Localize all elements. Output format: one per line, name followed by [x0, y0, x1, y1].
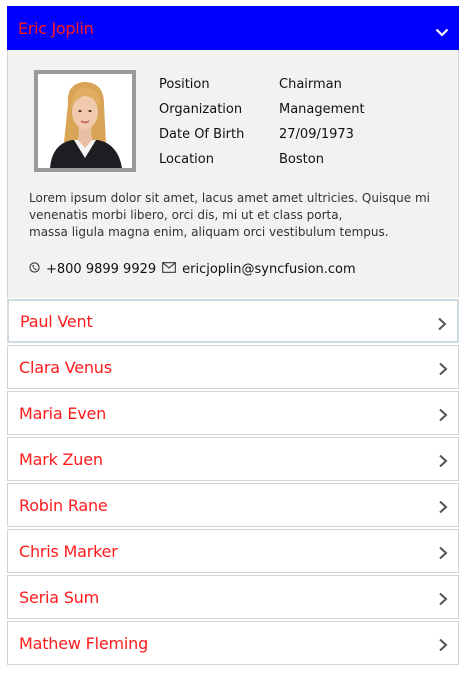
accordion-panel: Position Chairman Organization Managemen… [7, 50, 459, 298]
accordion-item-seria-sum[interactable]: Seria Sum [7, 575, 459, 619]
item-name: Clara Venus [19, 357, 112, 377]
bio-line: Lorem ipsum dolor sit amet, lacus amet a… [29, 191, 430, 205]
accordion-header-expanded[interactable]: Eric Joplin [7, 6, 459, 50]
item-name: Mark Zuen [19, 449, 103, 469]
employee-accordion: Eric Joplin Position Chairman Organizati… [7, 6, 459, 665]
employee-bio: Lorem ipsum dolor sit amet, lacus amet a… [29, 190, 439, 241]
detail-row-position: Position Chairman [159, 72, 365, 97]
item-name: Seria Sum [19, 587, 99, 607]
chevron-right-icon[interactable] [438, 453, 448, 468]
employee-details: Position Chairman Organization Managemen… [159, 72, 365, 172]
detail-value: Management [279, 102, 365, 117]
item-name: Maria Even [19, 403, 107, 423]
accordion-item-mark-zuen[interactable]: Mark Zuen [7, 437, 459, 481]
phone-icon [29, 262, 40, 277]
chevron-right-icon[interactable] [438, 637, 448, 652]
employee-photo [34, 70, 136, 172]
item-name: Mathew Fleming [19, 633, 149, 653]
accordion-item-chris-marker[interactable]: Chris Marker [7, 529, 459, 573]
chevron-up-icon[interactable] [435, 22, 449, 37]
accordion-item-maria-even[interactable]: Maria Even [7, 391, 459, 435]
mail-icon [162, 262, 176, 277]
chevron-right-icon[interactable] [438, 361, 448, 376]
employee-contact: +800 9899 9929 ericjoplin@syncfusion.com [29, 262, 356, 277]
item-name: Paul Vent [20, 311, 93, 331]
accordion-item-paul-vent[interactable]: Paul Vent [7, 299, 459, 343]
detail-label: Location [159, 152, 214, 167]
detail-label: Position [159, 77, 210, 92]
chevron-right-icon[interactable] [438, 499, 448, 514]
item-name: Robin Rane [19, 495, 108, 515]
accordion-item-robin-rane[interactable]: Robin Rane [7, 483, 459, 527]
email-address[interactable]: ericjoplin@syncfusion.com [182, 262, 356, 277]
bio-line: venenatis morbi libero, orci dis, mi ut … [29, 208, 343, 222]
bio-line: massa ligula magna enim, aliquam orci ve… [29, 225, 389, 239]
detail-value: Boston [279, 152, 324, 167]
accordion-item-clara-venus[interactable]: Clara Venus [7, 345, 459, 389]
detail-label: Organization [159, 102, 243, 117]
accordion-item-mathew-fleming[interactable]: Mathew Fleming [7, 621, 459, 665]
detail-label: Date Of Birth [159, 127, 245, 142]
detail-value: Chairman [279, 77, 342, 92]
chevron-right-icon[interactable] [438, 545, 448, 560]
detail-row-location: Location Boston [159, 147, 365, 172]
chevron-right-icon[interactable] [438, 591, 448, 606]
chevron-right-icon[interactable] [437, 316, 447, 331]
detail-row-organization: Organization Management [159, 97, 365, 122]
item-name: Chris Marker [19, 541, 118, 561]
detail-row-date-of-birth: Date Of Birth 27/09/1973 [159, 122, 365, 147]
employee-name: Eric Joplin [18, 18, 94, 38]
phone-number[interactable]: +800 9899 9929 [46, 262, 156, 277]
detail-value: 27/09/1973 [279, 127, 354, 142]
chevron-right-icon[interactable] [438, 407, 448, 422]
